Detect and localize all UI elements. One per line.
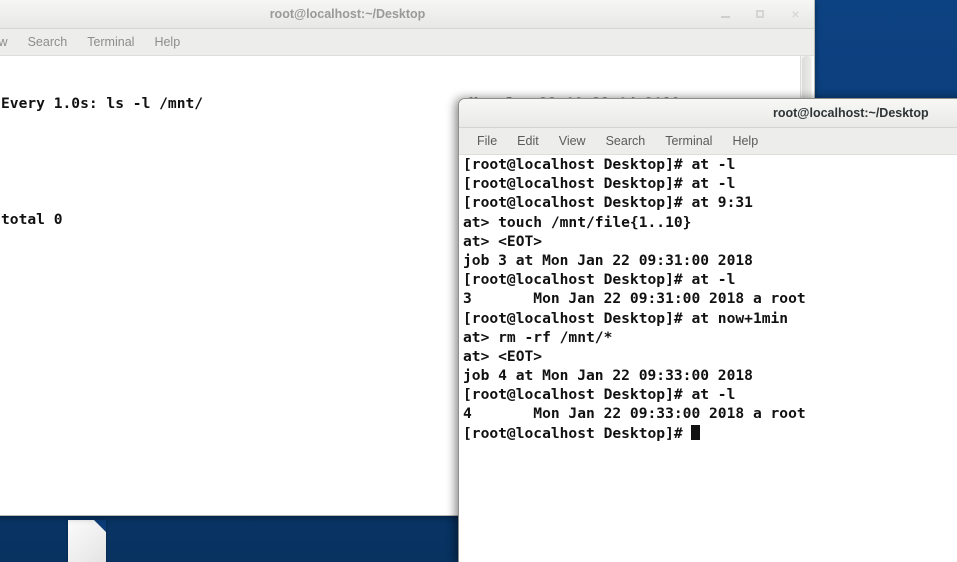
terminal-window-front[interactable]: root@localhost:~/Desktop File Edit View … <box>458 98 957 562</box>
terminal-line: 4 Mon Jan 22 09:33:00 2018 a root <box>463 405 806 423</box>
terminal-line: job 4 at Mon Jan 22 09:33:00 2018 <box>463 367 753 385</box>
terminal-line: [root@localhost Desktop]# at now+1min <box>463 309 789 327</box>
menu-help-front[interactable]: Help <box>722 128 768 155</box>
terminal-line: at> <EOT> <box>463 232 543 250</box>
screen: http://blog.csdn.net/zgc546775956 root@l… <box>0 0 957 562</box>
terminal-line: job 3 at Mon Jan 22 09:31:00 2018 <box>463 251 753 269</box>
watch-command-text: Every 1.0s: ls -l /mnt/ <box>1 95 204 113</box>
titlebar-front[interactable]: root@localhost:~/Desktop <box>459 99 957 128</box>
terminal-line: [root@localhost Desktop]# at -l <box>463 175 736 193</box>
terminal-line: at> rm -rf /mnt/* <box>463 328 613 346</box>
close-icon[interactable]: × <box>789 7 802 21</box>
terminal-line: at> touch /mnt/file{1..10} <box>463 213 692 231</box>
maximize-icon[interactable] <box>754 8 767 21</box>
terminal-line: [root@localhost Desktop]# at -l <box>463 156 736 173</box>
window-title-back: root@localhost:~/Desktop <box>269 7 426 21</box>
titlebar-back[interactable]: root@localhost:~/Desktop × <box>0 0 814 29</box>
terminal-line: [root@localhost Desktop]# at -l <box>463 271 736 289</box>
menu-help-back[interactable]: Help <box>144 29 190 56</box>
window-controls-back: × <box>719 0 802 28</box>
window-title-front: root@localhost:~/Desktop <box>773 106 929 120</box>
terminal-prompt-text: [root@localhost Desktop]# <box>463 424 692 442</box>
minimize-icon[interactable] <box>719 8 732 21</box>
menu-search-back[interactable]: Search <box>18 29 78 56</box>
terminal-line: [root@localhost Desktop]# at 9:31 <box>463 194 753 212</box>
menu-search-front[interactable]: Search <box>596 128 656 155</box>
document-fold-icon <box>94 520 106 532</box>
terminal-output-front[interactable]: [root@localhost Desktop]# at -l [root@loc… <box>461 155 957 561</box>
menubar-back: File Edit View Search Terminal Help <box>0 29 814 56</box>
terminal-line: at> <EOT> <box>463 347 543 365</box>
menu-edit-front[interactable]: Edit <box>507 128 549 155</box>
desktop-file-icon[interactable] <box>68 520 106 562</box>
document-icon <box>68 520 106 562</box>
terminal-line: 3 Mon Jan 22 09:31:00 2018 a root <box>463 290 806 308</box>
terminal-line: [root@localhost Desktop]# at -l <box>463 386 736 404</box>
terminal-cursor <box>691 424 701 440</box>
menu-terminal-front[interactable]: Terminal <box>655 128 722 155</box>
menu-view-back[interactable]: View <box>0 29 18 56</box>
menubar-front: File Edit View Search Terminal Help <box>459 128 957 155</box>
menu-view-front[interactable]: View <box>549 128 596 155</box>
terminal-prompt-line[interactable]: [root@localhost Desktop]# <box>463 424 957 443</box>
menu-terminal-back[interactable]: Terminal <box>77 29 144 56</box>
menu-file-front[interactable]: File <box>467 128 507 155</box>
